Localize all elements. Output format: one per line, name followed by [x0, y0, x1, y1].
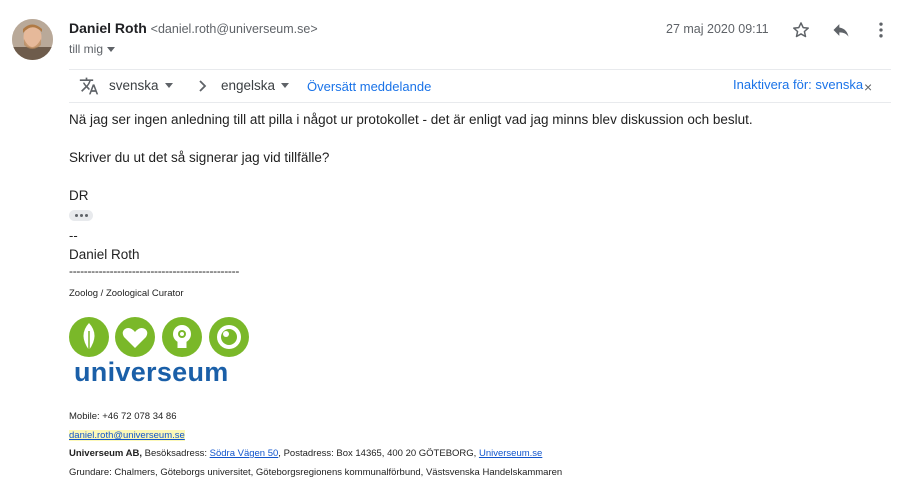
target-language-select[interactable]: engelska [221, 78, 290, 93]
logo-wordmark: universeum [74, 357, 229, 387]
sender-name-text: Daniel Roth [69, 20, 147, 36]
chevron-right-icon [195, 77, 211, 100]
signature-dashes: -- [69, 228, 78, 243]
recipient-label: till mig [69, 42, 104, 56]
ellipsis-dot [74, 214, 78, 217]
signature-founders: Grundare: Chalmers, Göteborgs universite… [69, 467, 563, 478]
translate-icon [79, 76, 99, 101]
translate-bar: svenska engelska Översätt meddelande Ina… [69, 69, 891, 103]
show-trimmed-content-button[interactable] [69, 210, 93, 221]
chevron-down-icon [164, 83, 173, 88]
ellipsis-dot [79, 214, 83, 217]
message-date: 27 maj 2020 09:11 [666, 22, 769, 36]
sender-avatar[interactable] [12, 19, 53, 60]
star-icon [793, 22, 809, 38]
signature-email-link[interactable]: daniel.roth@universeum.se [69, 430, 185, 441]
universeum-logo: universeum [69, 317, 249, 389]
website-link[interactable]: Universeum.se [479, 448, 542, 459]
star-button[interactable] [789, 18, 813, 42]
signature-title: Zoolog / Zoological Curator [69, 288, 184, 299]
postal-address: , Postadress: Box 14365, 400 20 GÖTEBORG… [278, 448, 477, 459]
message-line-2: Skriver du ut det så signerar jag vid ti… [69, 150, 330, 165]
source-language-label: svenska [109, 78, 159, 93]
translate-message-link[interactable]: Översätt meddelande [307, 79, 431, 94]
signature-address-row: Universeum AB, Besöksadress: Södra Vägen… [69, 448, 542, 459]
close-icon[interactable]: × [864, 79, 872, 95]
signature-mobile: Mobile: +46 72 078 34 86 [69, 411, 177, 422]
chevron-down-icon [107, 46, 116, 52]
signature-name: Daniel Roth [69, 247, 140, 262]
sender-email: <daniel.roth@universeum.se> [150, 22, 318, 36]
message-initials: DR [69, 188, 89, 203]
visit-address-link[interactable]: Södra Vägen 50 [210, 448, 279, 459]
disable-translation-link[interactable]: Inaktivera för: svenska [733, 77, 863, 92]
company-name: Universeum AB, [69, 448, 143, 459]
message-line-1: Nä jag ser ingen anledning till att pill… [69, 112, 753, 127]
sender-name[interactable]: Daniel Roth <daniel.roth@universeum.se> [69, 20, 318, 36]
chevron-down-icon [281, 83, 290, 88]
ellipsis-dot [84, 214, 88, 217]
more-options-button[interactable] [869, 18, 893, 42]
signature-email-row: daniel.roth@universeum.se [69, 430, 185, 441]
more-vertical-icon [879, 22, 883, 38]
reply-button[interactable] [829, 18, 853, 42]
signature-separator: ----------------------------------------… [69, 264, 240, 278]
recipient-dropdown[interactable]: till mig [69, 42, 116, 56]
visit-address-label: Besöksadress: [144, 448, 207, 459]
reply-icon [833, 24, 849, 37]
target-language-label: engelska [221, 78, 276, 93]
source-language-select[interactable]: svenska [109, 78, 173, 93]
